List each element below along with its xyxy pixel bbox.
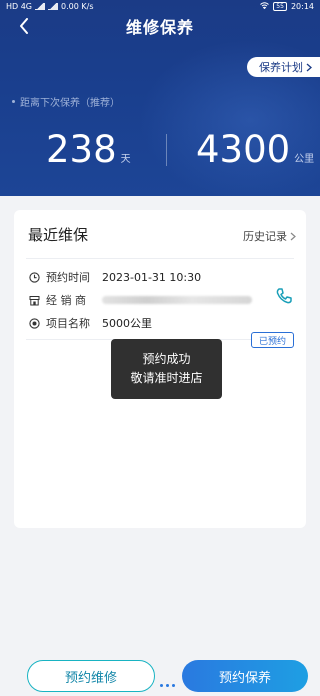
book-maintenance-button[interactable]: 预约保养 — [182, 660, 308, 692]
chevron-right-icon — [306, 63, 312, 71]
appointment-time-label: 预约时间 — [46, 271, 90, 284]
item-icon — [28, 317, 40, 329]
history-link[interactable]: 历史记录 — [243, 228, 296, 244]
toast-line-1: 预约成功 — [142, 352, 191, 366]
page-dot — [160, 684, 163, 687]
network-speed: 0.00 K/s — [61, 1, 94, 11]
store-icon — [28, 294, 40, 306]
stat-divider — [166, 134, 167, 166]
card-title: 最近维保 — [28, 226, 89, 244]
item-label: 项目名称 — [46, 317, 90, 330]
maintenance-plan-label: 保养计划 — [259, 61, 303, 74]
hint-dot — [12, 100, 15, 103]
clock-icon — [28, 271, 40, 283]
toast-line-2: 敬请准时进店 — [130, 371, 203, 385]
history-link-label: 历史记录 — [243, 230, 287, 243]
hint-text: 距离下次保养（推荐） — [20, 98, 120, 109]
km-value: 4300 — [196, 128, 291, 171]
km-unit: 公里 — [294, 154, 315, 165]
item-row: 项目名称 5000公里 — [28, 315, 152, 331]
battery-icon: 55 — [273, 1, 287, 11]
call-dealer-button[interactable] — [274, 286, 294, 306]
book-repair-button[interactable]: 预约维修 — [27, 660, 155, 692]
appointment-time-value: 2023-01-31 10:30 — [102, 270, 202, 284]
header-banner: HD 4G 0.00 K/s 55 20:14 维修保养 保养计划 距离下次保养… — [0, 0, 320, 196]
chevron-right-icon — [290, 232, 296, 240]
dealer-label: 经 销 商 — [46, 294, 86, 307]
next-maintenance-hint: 距离下次保养（推荐） — [12, 94, 120, 109]
page-title: 维修保养 — [125, 18, 194, 37]
network-indicator: HD 4G — [6, 1, 33, 11]
back-button[interactable] — [14, 16, 34, 36]
status-left: HD 4G 0.00 K/s — [6, 2, 93, 11]
days-remaining: 238 天 — [46, 130, 131, 170]
maintenance-plan-button[interactable]: 保养计划 — [247, 57, 320, 77]
km-remaining: 4300 公里 — [196, 130, 314, 170]
page-dot — [166, 684, 169, 687]
item-value: 5000公里 — [102, 317, 152, 330]
dealer-row: 经 销 商 — [28, 292, 252, 308]
days-value: 238 — [46, 128, 117, 171]
status-time: 20:14 — [290, 1, 314, 11]
status-right: 55 20:14 — [260, 1, 314, 11]
dealer-value-redacted — [102, 296, 252, 304]
days-unit: 天 — [120, 154, 131, 165]
appointment-time-row: 预约时间 2023-01-31 10:30 — [28, 269, 201, 285]
page-dot — [172, 684, 175, 687]
success-toast: 预约成功 敬请准时进店 — [111, 339, 222, 399]
page-indicator — [160, 684, 175, 687]
status-badge: 已预约 — [250, 332, 294, 348]
nav-bar: 维修保养 — [0, 14, 320, 38]
wifi-icon — [260, 1, 270, 11]
chevron-left-icon — [20, 18, 28, 34]
signal-icon-2 — [48, 2, 59, 10]
phone-icon — [276, 288, 292, 304]
signal-icon — [35, 2, 46, 10]
card-divider — [26, 258, 294, 259]
status-bar: HD 4G 0.00 K/s 55 20:14 — [0, 0, 320, 12]
